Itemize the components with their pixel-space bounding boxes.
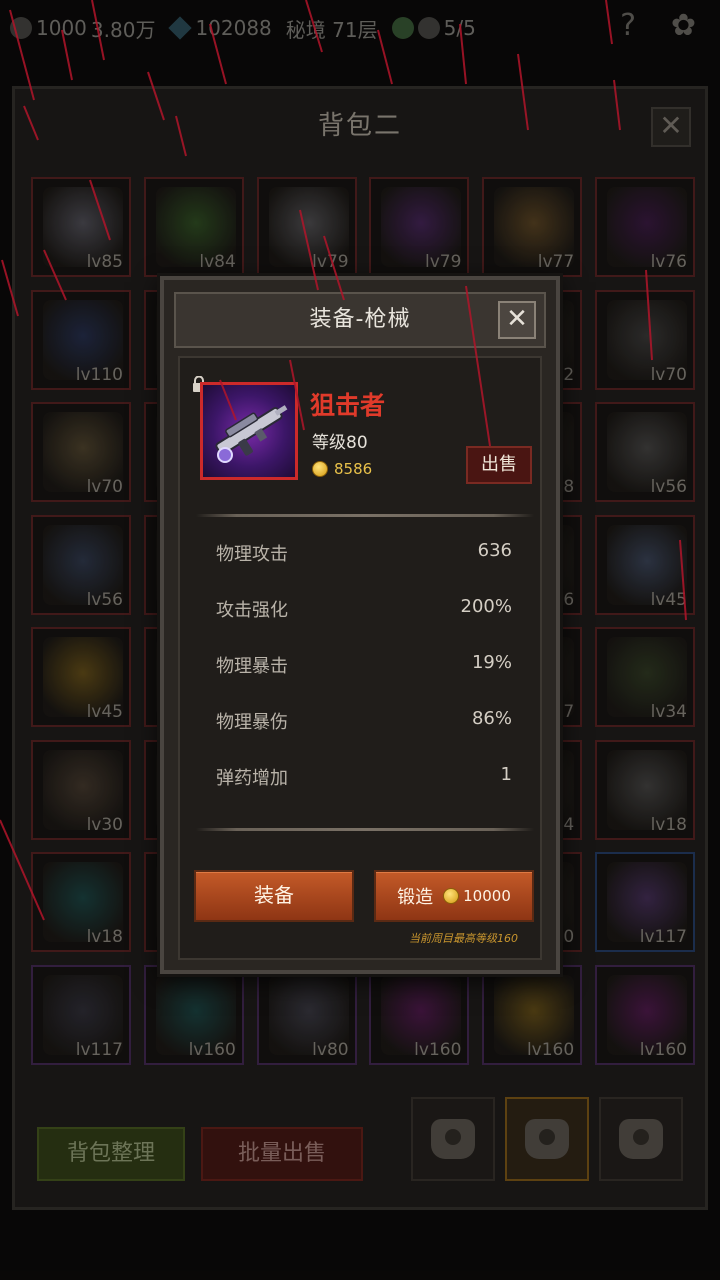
item-price-value: 8586 bbox=[334, 460, 373, 478]
gold-coin-icon bbox=[443, 888, 460, 904]
stat-name: 攻击强化 bbox=[216, 600, 288, 621]
divider-top bbox=[196, 514, 534, 517]
item-portrait bbox=[200, 382, 298, 480]
dialog-header: 装备-枪械 ✕ bbox=[174, 292, 546, 348]
forge-cost: 10000 bbox=[443, 887, 511, 905]
item-sell-price: 8586 bbox=[312, 460, 372, 478]
forge-cost-value: 10000 bbox=[463, 887, 511, 905]
item-name: 狙击者 bbox=[310, 391, 386, 420]
forge-button[interactable]: 锻造 10000 bbox=[374, 870, 534, 922]
forge-label: 锻造 bbox=[397, 887, 434, 908]
stat-row: 物理暴击 19% bbox=[202, 640, 512, 696]
item-level: 等级80 bbox=[312, 433, 368, 453]
stat-value: 636 bbox=[477, 540, 512, 561]
max-level-note: 当前周目最高等级160 bbox=[409, 932, 518, 945]
stat-value: 19% bbox=[471, 652, 512, 673]
dialog-close-button[interactable]: ✕ bbox=[498, 301, 536, 339]
divider-bottom bbox=[196, 828, 534, 831]
stat-name: 物理暴伤 bbox=[216, 712, 288, 733]
stat-value: 86% bbox=[471, 708, 512, 729]
item-stats-list: 物理攻击 636 攻击强化 200% 物理暴击 19% 物理暴伤 86% 弹药增加 1 bbox=[202, 528, 512, 808]
stat-name: 弹药增加 bbox=[216, 768, 288, 789]
stat-value: 200% bbox=[460, 596, 512, 617]
stat-row: 弹药增加 1 bbox=[202, 752, 512, 808]
stat-value: 1 bbox=[500, 764, 512, 785]
dialog-title: 装备-枪械 bbox=[309, 307, 411, 332]
sell-button[interactable]: 出售 bbox=[466, 446, 532, 484]
stat-name: 物理攻击 bbox=[216, 544, 288, 565]
stat-name: 物理暴击 bbox=[216, 656, 288, 677]
dialog-body: 狙击者 等级80 8586 出售 物理攻击 636 攻击强化 200% 物理暴击 19% 物… bbox=[178, 356, 542, 960]
stat-row: 物理暴伤 86% bbox=[202, 696, 512, 752]
equipment-dialog: 装备-枪械 ✕ 狙击者 等级80 8586 出售 物理攻击 636 攻击强化 2… bbox=[160, 276, 560, 974]
stat-row: 物理攻击 636 bbox=[202, 528, 512, 584]
stat-row: 攻击强化 200% bbox=[202, 584, 512, 640]
gold-coin-icon bbox=[312, 461, 328, 477]
equip-button[interactable]: 装备 bbox=[194, 870, 354, 922]
sniper-rifle-icon bbox=[215, 405, 288, 463]
